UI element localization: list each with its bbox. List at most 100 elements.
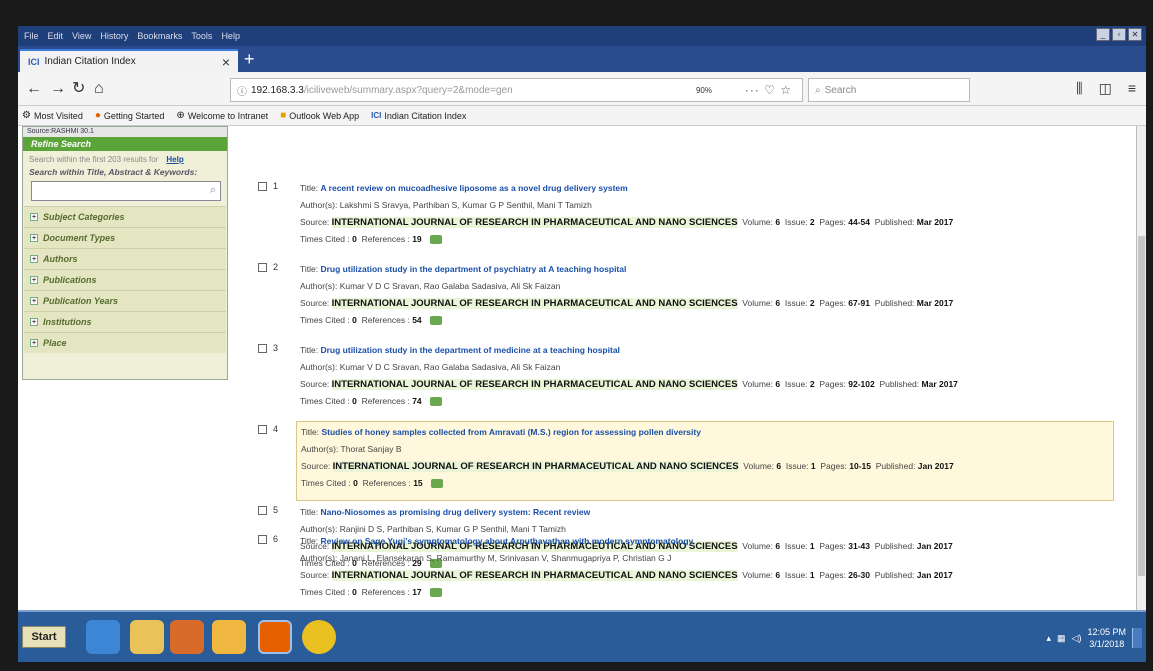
address-bar[interactable]: ⓘ 192.168.3.3/iciliveweb/summary.aspx?qu…	[230, 78, 803, 102]
menu-help[interactable]: Help	[221, 31, 240, 41]
facet-publications[interactable]: + Publications	[24, 269, 226, 290]
facet-institutions[interactable]: + Institutions	[24, 311, 226, 332]
facet-place[interactable]: + Place	[24, 332, 226, 353]
bookmark-intranet[interactable]: ⊕ Welcome to Intranet	[176, 110, 268, 121]
references-label: References :	[361, 396, 410, 406]
bookmark-getting-started[interactable]: ● Getting Started	[95, 110, 165, 121]
search-input[interactable]: ⌕ Search	[808, 78, 970, 102]
result-references[interactable]: 17	[412, 587, 421, 597]
tab-indian-citation-index[interactable]: ICI Indian Citation Index ×	[20, 49, 238, 72]
result-title-link[interactable]: Drug utilization study in the department…	[320, 345, 619, 355]
clock[interactable]: 12:05 PM 3/1/2018	[1087, 626, 1126, 650]
full-text-icon[interactable]	[429, 588, 442, 598]
result-authors[interactable]: Janani L, Elansekaran S, Ramamurthy M, S…	[340, 553, 672, 563]
hamburger-menu-icon[interactable]: ≡	[1128, 80, 1136, 97]
facet-authors[interactable]: + Authors	[24, 248, 226, 269]
close-window-icon[interactable]: ✕	[1128, 28, 1142, 41]
result-source[interactable]: INTERNATIONAL JOURNAL OF RESEARCH IN PHA…	[331, 217, 738, 228]
facet-subject-categories[interactable]: + Subject Categories	[24, 206, 226, 227]
media-player-icon[interactable]	[170, 620, 204, 654]
results-list: 1 Title: A recent review on mucoadhesive…	[258, 126, 1126, 610]
published-label: Published:	[879, 379, 920, 389]
page-actions-icon[interactable]: ··· ♡ ☆	[745, 83, 792, 97]
result-references[interactable]: 15	[413, 478, 422, 488]
result-checkbox[interactable]	[258, 344, 267, 353]
source-label: Source:	[300, 570, 330, 580]
facet-publication-years[interactable]: + Publication Years	[24, 290, 226, 311]
help-link[interactable]: Help	[166, 155, 183, 164]
result-source[interactable]: INTERNATIONAL JOURNAL OF RESEARCH IN PHA…	[331, 298, 738, 309]
issue-label: Issue:	[784, 298, 808, 308]
result-authors[interactable]: Lakshmi S Sravya, Parthiban S, Kumar G P…	[340, 200, 592, 210]
show-desktop-icon[interactable]	[1132, 628, 1142, 648]
result-checkbox[interactable]	[258, 425, 267, 434]
result-times-cited: 0	[352, 396, 357, 406]
menu-edit[interactable]: Edit	[48, 31, 64, 41]
result-authors[interactable]: Kumar V D C Sravan, Rao Galaba Sadasiva,…	[340, 281, 561, 291]
menu-bar: File Edit View History Bookmarks Tools H…	[18, 26, 1146, 46]
result-references[interactable]: 74	[412, 396, 421, 406]
result-source[interactable]: INTERNATIONAL JOURNAL OF RESEARCH IN PHA…	[331, 379, 738, 390]
new-tab-icon[interactable]: +	[244, 49, 255, 69]
expand-icon: +	[30, 339, 38, 347]
restore-icon[interactable]: ▫	[1112, 28, 1126, 41]
full-text-icon[interactable]	[430, 479, 443, 489]
network-icon[interactable]: ▦	[1057, 633, 1066, 644]
result-authors[interactable]: Thorat Sanjay B	[341, 444, 402, 454]
home-icon[interactable]: ⌂	[94, 80, 104, 98]
sidebar-toggle-icon[interactable]: ◫	[1099, 80, 1112, 97]
result-references[interactable]: 19	[412, 234, 421, 244]
bookmark-label: Indian Citation Index	[384, 110, 467, 121]
outlook-task-icon[interactable]	[212, 620, 246, 654]
menu-tools[interactable]: Tools	[191, 31, 212, 41]
forward-icon[interactable]: →	[50, 80, 66, 98]
bookmark-ici[interactable]: ICI Indian Citation Index	[371, 111, 466, 121]
facet-label: Authors	[43, 254, 78, 264]
menu-bookmarks[interactable]: Bookmarks	[137, 31, 182, 41]
references-label: References :	[361, 234, 410, 244]
bookmark-outlook[interactable]: ■ Outlook Web App	[280, 110, 359, 121]
library-icon[interactable]: ⫼	[1076, 80, 1082, 97]
result-body: Title: A recent review on mucoadhesive l…	[296, 178, 1114, 258]
full-text-icon[interactable]	[429, 316, 442, 326]
result-authors[interactable]: Kumar V D C Sravan, Rao Galaba Sadasiva,…	[340, 362, 561, 372]
vertical-scrollbar[interactable]	[1136, 126, 1146, 610]
full-text-icon[interactable]	[429, 397, 442, 407]
start-button[interactable]: Start	[22, 626, 66, 648]
tray-arrow-icon[interactable]: ▴	[1047, 633, 1052, 644]
bookmark-most-visited[interactable]: ⚙ Most Visited	[22, 110, 83, 121]
facet-document-types[interactable]: + Document Types	[24, 227, 226, 248]
result-checkbox[interactable]	[258, 506, 267, 515]
volume-icon[interactable]: ◁)	[1072, 633, 1082, 644]
result-checkbox[interactable]	[258, 182, 267, 191]
expand-icon: +	[30, 213, 38, 221]
menu-history[interactable]: History	[100, 31, 128, 41]
result-title-link[interactable]: Review on Sage Yugi's symptomatology abo…	[320, 536, 693, 546]
file-explorer-icon[interactable]	[130, 620, 164, 654]
result-checkbox[interactable]	[258, 263, 267, 272]
result-title-link[interactable]: A recent review on mucoadhesive liposome…	[320, 183, 627, 193]
zoom-level[interactable]: 90%	[696, 86, 712, 95]
result-source[interactable]: INTERNATIONAL JOURNAL OF RESEARCH IN PHA…	[331, 570, 738, 581]
full-text-icon[interactable]	[429, 235, 442, 245]
expand-icon: +	[30, 234, 38, 242]
result-title-link[interactable]: Nano-Niosomes as promising drug delivery…	[320, 507, 590, 517]
minimize-icon[interactable]: _	[1096, 28, 1110, 41]
menu-view[interactable]: View	[72, 31, 91, 41]
result-title-link[interactable]: Drug utilization study in the department…	[320, 264, 626, 274]
chrome-icon[interactable]	[302, 620, 336, 654]
scrollbar-thumb[interactable]	[1138, 236, 1145, 576]
firefox-icon[interactable]	[258, 620, 292, 654]
reload-icon[interactable]: ↻	[72, 80, 85, 98]
info-icon[interactable]: ⓘ	[237, 83, 247, 98]
refine-search-input[interactable]: ⌕	[31, 181, 221, 201]
result-source[interactable]: INTERNATIONAL JOURNAL OF RESEARCH IN PHA…	[332, 461, 739, 472]
menu-file[interactable]: File	[24, 31, 39, 41]
close-tab-icon[interactable]: ×	[222, 54, 230, 70]
result-checkbox[interactable]	[258, 535, 267, 544]
result-title-link[interactable]: Studies of honey samples collected from …	[321, 427, 700, 437]
result-references[interactable]: 54	[412, 315, 421, 325]
search-icon[interactable]: ⌕	[210, 184, 216, 197]
internet-explorer-icon[interactable]	[86, 620, 120, 654]
back-icon[interactable]: ←	[26, 80, 42, 98]
